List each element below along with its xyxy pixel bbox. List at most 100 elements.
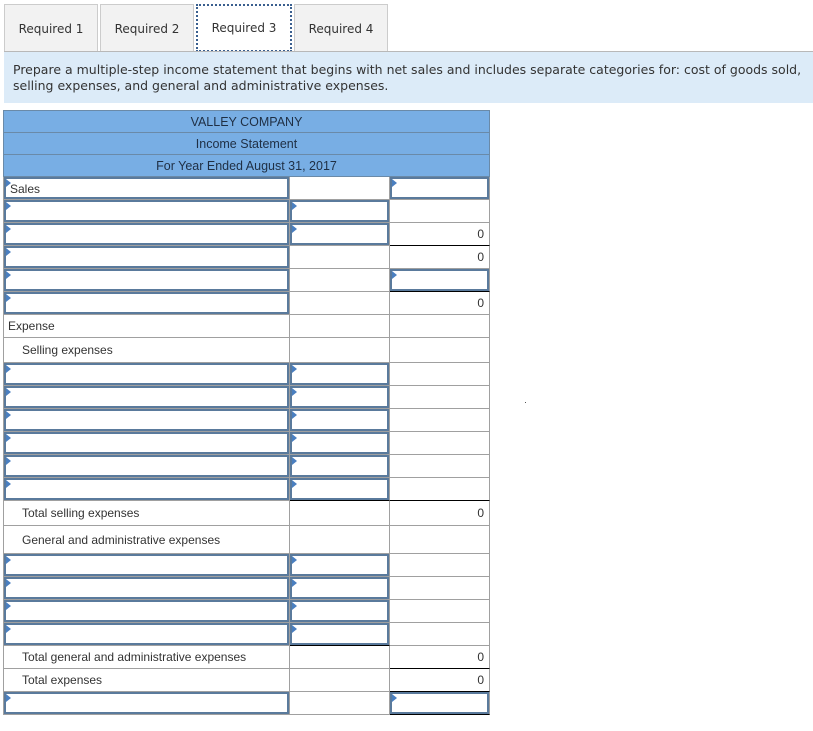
total-cell bbox=[390, 432, 490, 455]
amount-input[interactable] bbox=[290, 223, 389, 245]
total-input[interactable] bbox=[390, 692, 489, 714]
account-input[interactable]: Sales bbox=[4, 177, 289, 199]
account-input[interactable] bbox=[4, 577, 289, 599]
account-cell[interactable] bbox=[3, 292, 290, 315]
amount-cell bbox=[290, 269, 390, 292]
dropdown-flag-icon bbox=[6, 271, 11, 279]
amount-cell[interactable] bbox=[290, 455, 390, 478]
amount-cell bbox=[290, 526, 390, 554]
account-input[interactable] bbox=[4, 692, 289, 714]
account-cell[interactable] bbox=[3, 478, 290, 501]
amount-cell[interactable] bbox=[290, 554, 390, 577]
account-input[interactable] bbox=[4, 600, 289, 622]
amount-input[interactable] bbox=[290, 600, 389, 622]
account-input[interactable] bbox=[4, 223, 289, 245]
total-cell[interactable] bbox=[390, 269, 490, 292]
amount-input[interactable] bbox=[290, 478, 389, 500]
account-input[interactable] bbox=[4, 623, 289, 645]
amount-cell[interactable] bbox=[290, 600, 390, 623]
table-row: 0 bbox=[3, 246, 490, 269]
account-cell[interactable]: Sales bbox=[3, 177, 290, 200]
amount-cell[interactable] bbox=[290, 623, 390, 646]
table-row bbox=[3, 200, 490, 223]
account-cell[interactable] bbox=[3, 432, 290, 455]
company-name: VALLEY COMPANY bbox=[3, 110, 490, 133]
account-input[interactable] bbox=[4, 363, 289, 385]
account-cell[interactable] bbox=[3, 269, 290, 292]
amount-cell[interactable] bbox=[290, 200, 390, 223]
dropdown-flag-icon bbox=[292, 556, 297, 564]
account-input[interactable] bbox=[4, 269, 289, 291]
total-input[interactable] bbox=[390, 177, 489, 199]
total-cell bbox=[390, 315, 490, 338]
amount-cell bbox=[290, 646, 390, 669]
amount-input[interactable] bbox=[290, 455, 389, 477]
account-cell[interactable] bbox=[3, 623, 290, 646]
dropdown-flag-icon bbox=[6, 411, 11, 419]
account-input[interactable] bbox=[4, 455, 289, 477]
account-input[interactable] bbox=[4, 292, 289, 314]
amount-cell[interactable] bbox=[290, 577, 390, 600]
amount-cell[interactable] bbox=[290, 432, 390, 455]
amount-input[interactable] bbox=[290, 554, 389, 576]
amount-cell[interactable] bbox=[290, 363, 390, 386]
account-input[interactable] bbox=[4, 554, 289, 576]
amount-cell[interactable] bbox=[290, 386, 390, 409]
account-cell[interactable] bbox=[3, 600, 290, 623]
amount-input[interactable] bbox=[290, 200, 389, 222]
dropdown-flag-icon bbox=[292, 225, 297, 233]
account-cell[interactable] bbox=[3, 223, 290, 246]
total-value: 0 bbox=[477, 296, 484, 310]
account-cell[interactable] bbox=[3, 554, 290, 577]
amount-input[interactable] bbox=[290, 432, 389, 454]
amount-cell[interactable] bbox=[290, 223, 390, 246]
label-cell: Total general and administrative expense… bbox=[3, 646, 290, 669]
amount-input[interactable] bbox=[290, 577, 389, 599]
tab-required-3[interactable]: Required 3 bbox=[196, 4, 292, 52]
account-input[interactable] bbox=[4, 432, 289, 454]
amount-cell[interactable] bbox=[290, 409, 390, 432]
account-input[interactable] bbox=[4, 246, 289, 268]
account-cell[interactable] bbox=[3, 386, 290, 409]
account-cell[interactable] bbox=[3, 692, 290, 715]
amount-input[interactable] bbox=[290, 409, 389, 431]
table-row bbox=[3, 386, 490, 409]
account-cell[interactable] bbox=[3, 409, 290, 432]
amount-cell bbox=[290, 338, 390, 363]
table-row: Selling expenses bbox=[3, 338, 490, 363]
tab-required-2[interactable]: Required 2 bbox=[100, 4, 194, 52]
account-input[interactable] bbox=[4, 478, 289, 500]
amount-input[interactable] bbox=[290, 386, 389, 408]
account-input[interactable] bbox=[4, 386, 289, 408]
total-input[interactable] bbox=[390, 269, 489, 291]
account-cell[interactable] bbox=[3, 455, 290, 478]
total-cell: 0 bbox=[390, 646, 490, 669]
total-expenses-label: Total expenses bbox=[22, 673, 103, 687]
amount-cell bbox=[290, 177, 390, 200]
total-cell bbox=[390, 526, 490, 554]
account-input[interactable] bbox=[4, 409, 289, 431]
account-cell[interactable] bbox=[3, 363, 290, 386]
total-cell bbox=[390, 455, 490, 478]
dropdown-flag-icon bbox=[292, 434, 297, 442]
dropdown-flag-icon bbox=[292, 388, 297, 396]
account-cell[interactable] bbox=[3, 200, 290, 223]
amount-cell[interactable] bbox=[290, 478, 390, 501]
tab-required-4[interactable]: Required 4 bbox=[294, 4, 388, 52]
tab-required-1[interactable]: Required 1 bbox=[4, 4, 98, 52]
account-input[interactable] bbox=[4, 200, 289, 222]
table-row: 0 bbox=[3, 292, 490, 315]
dropdown-flag-icon bbox=[292, 365, 297, 373]
account-cell[interactable] bbox=[3, 246, 290, 269]
amount-input[interactable] bbox=[290, 623, 389, 645]
total-cell[interactable] bbox=[390, 177, 490, 200]
account-cell[interactable] bbox=[3, 577, 290, 600]
dropdown-flag-icon bbox=[292, 411, 297, 419]
dropdown-flag-icon bbox=[292, 579, 297, 587]
amount-input[interactable] bbox=[290, 363, 389, 385]
total-cell[interactable] bbox=[390, 692, 490, 715]
dropdown-flag-icon bbox=[392, 694, 397, 702]
total-value: 0 bbox=[477, 250, 484, 264]
table-row bbox=[3, 692, 490, 715]
table-row bbox=[3, 577, 490, 600]
